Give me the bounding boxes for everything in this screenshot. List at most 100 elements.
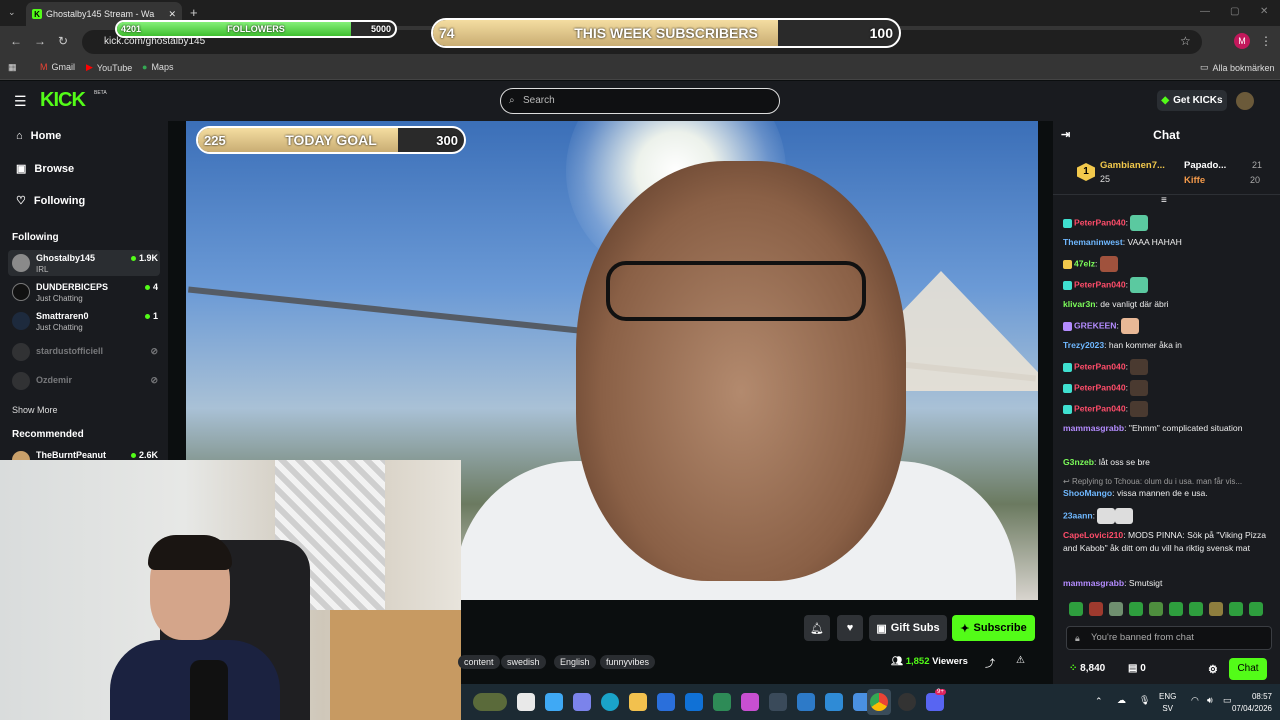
apps-icon[interactable]: ▦	[8, 62, 17, 73]
store-icon[interactable]	[657, 693, 675, 711]
collapse-chat-icon[interactable]: ⇥	[1061, 121, 1070, 149]
minimize-icon[interactable]: —	[1200, 6, 1210, 17]
emote-button[interactable]	[1209, 602, 1223, 616]
tag-content[interactable]: content	[458, 655, 500, 669]
follow-heart-button[interactable]: ♥	[837, 615, 863, 641]
mic-icon[interactable]: 🎙︎	[1139, 695, 1150, 706]
widgets-icon[interactable]	[473, 693, 507, 711]
kick-header: ☰ KICK BETA ⌕ Search ◆ Get KICKs	[0, 81, 1280, 121]
report-icon[interactable]: ⚠	[1016, 655, 1025, 666]
gift-subs-button[interactable]: ▣ Gift Subs	[869, 615, 947, 641]
office-icon[interactable]	[741, 693, 759, 711]
hamburger-menu-icon[interactable]: ☰	[14, 93, 27, 110]
all-bookmarks[interactable]: ▭ Alla bokmärken	[1200, 62, 1275, 73]
chrome-icon[interactable]	[870, 693, 888, 711]
edge-icon[interactable]	[601, 693, 619, 711]
tag-english[interactable]: English	[554, 655, 596, 669]
show-more-link[interactable]: Show More	[12, 405, 58, 415]
emote-button[interactable]	[1229, 602, 1243, 616]
profile-avatar[interactable]: M	[1234, 33, 1250, 49]
tray-chevron-icon[interactable]: ⌃	[1095, 696, 1103, 707]
emote-button[interactable]	[1189, 602, 1203, 616]
emote-button[interactable]	[1249, 602, 1263, 616]
bookmark-gmail[interactable]: M Gmail	[40, 62, 75, 72]
search-input[interactable]: ⌕ Search	[500, 88, 780, 114]
tab-close-icon[interactable]: ✕	[168, 9, 176, 20]
file-icon[interactable]	[517, 693, 535, 711]
channel-dunderbiceps[interactable]: DUNDERBICEPS Just Chatting 4	[8, 279, 160, 305]
outlook-icon[interactable]	[685, 693, 703, 711]
chat-message: PeterPan040:	[1063, 359, 1275, 375]
emote-button[interactable]	[1069, 602, 1083, 616]
emote-button[interactable]	[1129, 602, 1143, 616]
channel-smattraren0[interactable]: Smattraren0 Just Chatting 1	[8, 308, 160, 334]
nav-browse[interactable]: ▣ Browse	[16, 162, 74, 176]
channel-ozdemir[interactable]: Ozdemir ⊘	[8, 368, 160, 394]
back-icon[interactable]: ←	[10, 34, 22, 48]
tag-swedish[interactable]: swedish	[501, 655, 546, 669]
copilot-icon[interactable]	[545, 693, 563, 711]
maximize-icon[interactable]: ▢	[1230, 6, 1239, 17]
avatar	[12, 254, 30, 272]
nav-home[interactable]: ⌂ Home	[16, 130, 61, 142]
app-icon[interactable]	[825, 693, 843, 711]
channel-points[interactable]: ⁘ 8,840	[1069, 663, 1105, 674]
wifi-icon[interactable]: ◠	[1191, 695, 1199, 706]
avatar	[12, 372, 30, 390]
clock[interactable]: 08:57 07/04/2026	[1232, 691, 1272, 715]
kick-logo[interactable]: KICK	[40, 89, 86, 112]
discord-badge: 9+	[935, 689, 946, 695]
app-icon[interactable]	[797, 693, 815, 711]
nav-following[interactable]: ♡ Following	[16, 194, 85, 208]
discord-icon[interactable]	[926, 693, 944, 711]
youtube-icon: ▶	[86, 62, 93, 72]
live-dot-icon	[130, 255, 136, 261]
app-icon[interactable]	[898, 693, 916, 711]
user-avatar[interactable]	[1236, 92, 1254, 110]
tag-funnyvibes[interactable]: funnyvibes	[600, 655, 656, 669]
notification-bell-button[interactable]: 🔔︎	[804, 615, 830, 641]
chat-message: 47elz:	[1063, 256, 1275, 272]
chat-message: mammasgrabb: Smutsigt	[1063, 578, 1163, 588]
chat-footer: ⁘ 8,840 ▤ 0 ⚙ Chat	[1053, 657, 1280, 684]
shield-icon[interactable]	[713, 693, 731, 711]
chat-message: PeterPan040:	[1063, 380, 1275, 396]
channel-ghostalby145[interactable]: Ghostalby145 IRL 1.9K	[8, 250, 160, 276]
chat-message: PeterPan040:	[1063, 277, 1275, 293]
emote-button[interactable]	[1109, 602, 1123, 616]
volume-icon[interactable]: 🔊︎	[1207, 695, 1213, 706]
tab-list-icon[interactable]: ⌄	[8, 7, 16, 18]
teams-icon[interactable]	[573, 693, 591, 711]
bookmark-maps[interactable]: ● Maps	[142, 62, 173, 72]
close-window-icon[interactable]: ✕	[1260, 6, 1268, 17]
get-kicks-button[interactable]: ◆ Get KICKs	[1157, 90, 1227, 111]
emote-button[interactable]	[1089, 602, 1103, 616]
app-icon[interactable]	[769, 693, 787, 711]
forward-icon[interactable]: →	[34, 34, 46, 48]
chat-settings-gear-icon[interactable]: ⚙	[1208, 663, 1218, 676]
badge-icon	[1063, 383, 1072, 393]
offline-icon: ⊘	[150, 375, 158, 385]
file-explorer-icon[interactable]	[629, 693, 647, 711]
menu-dots-icon[interactable]: ⋮	[1260, 34, 1272, 48]
new-tab-icon[interactable]: +	[190, 5, 198, 20]
bookmark-star-icon[interactable]: ☆	[1180, 34, 1191, 48]
following-heading: Following	[12, 232, 59, 243]
emote-button[interactable]	[1149, 602, 1163, 616]
tray-app-icon[interactable]: ☁	[1117, 695, 1126, 706]
bookmark-youtube[interactable]: ▶ YouTube	[86, 62, 132, 73]
expand-gifters-icon[interactable]: ≡	[1161, 195, 1167, 206]
star-icon: ✦	[960, 622, 970, 635]
subscribe-button[interactable]: ✦ Subscribe	[952, 615, 1035, 641]
chests[interactable]: ▤ 0	[1128, 663, 1146, 674]
battery-icon[interactable]: ▭	[1223, 695, 1232, 706]
chat-send-button[interactable]: Chat	[1229, 658, 1267, 680]
channel-stardustofficiell[interactable]: stardustofficiell ⊘	[8, 339, 160, 365]
microphone	[190, 660, 228, 720]
emote-button[interactable]	[1169, 602, 1183, 616]
share-icon[interactable]: ⤴	[985, 655, 995, 670]
rank-badge: 1	[1077, 163, 1095, 181]
reload-icon[interactable]: ↻	[58, 34, 68, 48]
language-indicator[interactable]: ENG SV	[1159, 691, 1176, 715]
chat-input[interactable]: 🔒︎ You're banned from chat	[1066, 626, 1272, 650]
